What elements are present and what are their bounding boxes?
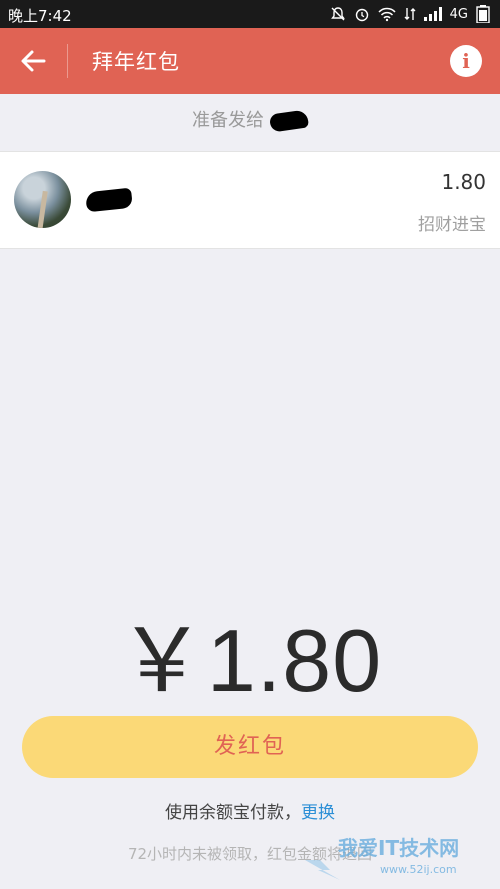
status-icons: 4G [330,5,490,23]
back-arrow-icon[interactable] [18,46,48,76]
recipient-amount: 1.80 [441,170,486,194]
signal-icon [423,7,442,21]
watermark-logo: 我爱IT技术网 www.52ij.com [285,825,459,880]
alarm-icon [355,8,368,22]
page-title: 拜年红包 [92,50,180,74]
status-bar: 晚上7:42 4G [0,0,500,28]
redacted-sender-name [85,187,133,213]
greeting-text: 招财进宝 [418,215,486,235]
send-to-row: 准备发给 [0,94,500,151]
svg-text:我爱IT技术网: 我爱IT技术网 [338,836,459,860]
redacted-recipient-name [268,109,310,133]
send-to-label: 准备发给 [192,110,264,131]
bell-muted-icon [330,7,345,21]
send-red-packet-button[interactable]: 发红包 [22,716,478,778]
status-time: 晚上7:42 [8,7,72,25]
avatar [14,171,71,228]
header-divider [67,44,68,78]
svg-text:www.52ij.com: www.52ij.com [380,863,457,876]
total-amount: ￥1.80 [117,611,383,710]
data-icon [404,8,416,20]
recipient-card: 1.80 招财进宝 [0,151,500,249]
app-header: 拜年红包 i [0,28,500,94]
network-type: 4G [449,6,468,22]
info-icon[interactable]: i [450,45,482,77]
battery-icon [476,5,490,23]
wifi-icon [378,7,396,22]
